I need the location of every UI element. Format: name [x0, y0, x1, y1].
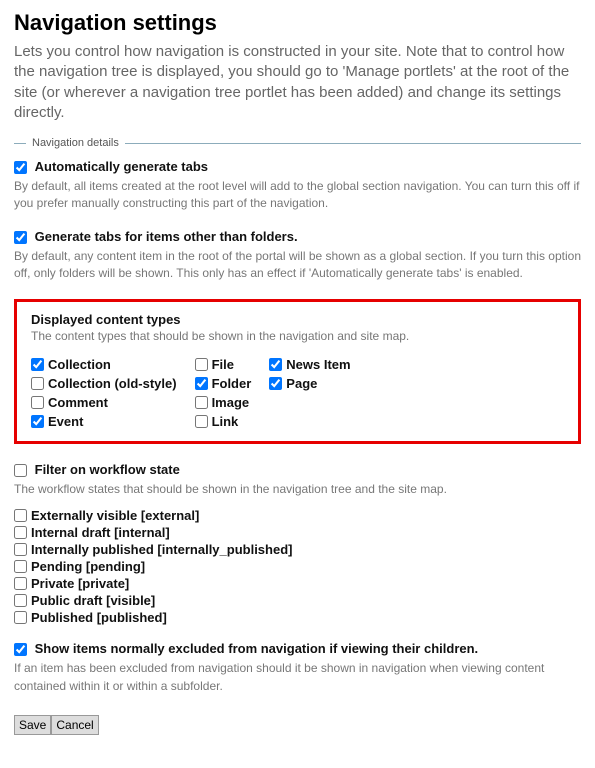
content-type-item: Link	[195, 414, 252, 429]
content-type-item: Image	[195, 395, 252, 410]
workflow-state-item: Private [private]	[14, 576, 581, 591]
workflow-state-checkbox[interactable]	[14, 611, 27, 624]
workflow-state-label: Internal draft [internal]	[31, 525, 170, 540]
fieldset-navigation-details: Navigation details Automatically generat…	[14, 137, 581, 735]
content-type-label: Collection (old-style)	[48, 376, 177, 391]
workflow-state-checkbox[interactable]	[14, 509, 27, 522]
content-type-label: File	[212, 357, 234, 372]
checkbox-nonfolder-tabs[interactable]	[14, 231, 27, 244]
workflow-state-label: Internally published [internally_publish…	[31, 542, 292, 557]
content-type-item: Event	[31, 414, 177, 429]
content-type-label: Page	[286, 376, 317, 391]
label-workflow-filter: Filter on workflow state	[35, 462, 180, 477]
displayed-types-desc: The content types that should be shown i…	[31, 329, 564, 343]
content-type-label: Event	[48, 414, 83, 429]
label-auto-tabs: Automatically generate tabs	[35, 159, 208, 174]
desc-workflow-filter: The workflow states that should be shown…	[14, 481, 581, 498]
content-type-item: Comment	[31, 395, 177, 410]
workflow-state-label: Pending [pending]	[31, 559, 145, 574]
desc-auto-tabs: By default, all items created at the roo…	[14, 178, 581, 213]
workflow-state-checkbox[interactable]	[14, 526, 27, 539]
content-type-label: News Item	[286, 357, 350, 372]
workflow-states-list: Externally visible [external] Internal dr…	[14, 508, 581, 625]
workflow-state-label: Externally visible [external]	[31, 508, 199, 523]
option-show-excluded: Show items normally excluded from naviga…	[14, 641, 581, 656]
workflow-state-item: Externally visible [external]	[14, 508, 581, 523]
content-type-label: Link	[212, 414, 239, 429]
content-type-label: Image	[212, 395, 250, 410]
workflow-state-label: Public draft [visible]	[31, 593, 155, 608]
content-type-item: Collection	[31, 357, 177, 372]
save-button[interactable]: Save	[14, 715, 51, 735]
displayed-types-box: Displayed content types The content type…	[14, 299, 581, 444]
content-type-checkbox[interactable]	[269, 377, 282, 390]
option-nonfolder-tabs: Generate tabs for items other than folde…	[14, 229, 581, 244]
workflow-state-item: Internally published [internally_publish…	[14, 542, 581, 557]
content-type-item: Page	[269, 376, 350, 391]
desc-show-excluded: If an item has been excluded from naviga…	[14, 660, 581, 695]
workflow-state-item: Pending [pending]	[14, 559, 581, 574]
workflow-state-checkbox[interactable]	[14, 560, 27, 573]
page-intro: Lets you control how navigation is const…	[14, 42, 581, 123]
content-type-checkbox[interactable]	[195, 358, 208, 371]
workflow-state-label: Published [published]	[31, 610, 167, 625]
types-column: News Item Page	[269, 357, 350, 429]
legend-text: Navigation details	[32, 137, 119, 149]
content-type-checkbox[interactable]	[195, 377, 208, 390]
content-type-item: News Item	[269, 357, 350, 372]
workflow-state-item: Public draft [visible]	[14, 593, 581, 608]
content-type-checkbox[interactable]	[195, 396, 208, 409]
workflow-state-label: Private [private]	[31, 576, 129, 591]
displayed-types-title: Displayed content types	[31, 312, 564, 327]
checkbox-show-excluded[interactable]	[14, 643, 27, 656]
workflow-state-checkbox[interactable]	[14, 594, 27, 607]
content-type-checkbox[interactable]	[31, 415, 44, 428]
label-nonfolder-tabs: Generate tabs for items other than folde…	[35, 229, 298, 244]
content-type-item: Collection (old-style)	[31, 376, 177, 391]
content-type-label: Comment	[48, 395, 108, 410]
option-auto-tabs: Automatically generate tabs	[14, 159, 581, 174]
displayed-types-columns: Collection Collection (old-style) Comment E…	[31, 357, 564, 429]
page-title: Navigation settings	[14, 10, 581, 36]
content-type-checkbox[interactable]	[31, 358, 44, 371]
content-type-checkbox[interactable]	[31, 377, 44, 390]
content-type-item: Folder	[195, 376, 252, 391]
content-type-checkbox[interactable]	[195, 415, 208, 428]
content-type-checkbox[interactable]	[31, 396, 44, 409]
workflow-state-item: Published [published]	[14, 610, 581, 625]
option-workflow-filter: Filter on workflow state	[14, 462, 581, 477]
workflow-state-checkbox[interactable]	[14, 577, 27, 590]
content-type-item: File	[195, 357, 252, 372]
types-column: Collection Collection (old-style) Comment E…	[31, 357, 177, 429]
content-type-label: Folder	[212, 376, 252, 391]
label-show-excluded: Show items normally excluded from naviga…	[35, 641, 479, 656]
form-actions: SaveCancel	[14, 715, 581, 735]
content-type-checkbox[interactable]	[269, 358, 282, 371]
workflow-state-checkbox[interactable]	[14, 543, 27, 556]
workflow-state-item: Internal draft [internal]	[14, 525, 581, 540]
checkbox-auto-tabs[interactable]	[14, 161, 27, 174]
cancel-button[interactable]: Cancel	[51, 715, 98, 735]
checkbox-workflow-filter[interactable]	[14, 464, 27, 477]
desc-nonfolder-tabs: By default, any content item in the root…	[14, 248, 581, 283]
content-type-label: Collection	[48, 357, 111, 372]
types-column: File Folder Image Link	[195, 357, 252, 429]
legend: Navigation details	[14, 137, 581, 149]
